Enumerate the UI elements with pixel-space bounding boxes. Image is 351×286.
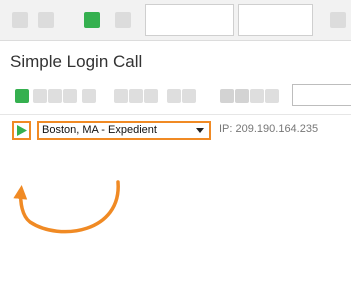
toolbar-button-4[interactable] xyxy=(330,12,346,28)
curved-arrow-annotation xyxy=(13,180,120,234)
toolbar-run-button[interactable] xyxy=(84,12,100,28)
toolbar-field-2[interactable] xyxy=(238,4,313,36)
toolbar-field-1[interactable] xyxy=(145,4,234,36)
toolbar-button-1[interactable] xyxy=(12,12,28,28)
toolbar-button-3[interactable] xyxy=(115,12,131,28)
window-title: Simple Login Call xyxy=(10,52,143,71)
main-toolbar xyxy=(0,0,351,41)
test-window: Simple Login Call Boston, MA - Expedient… xyxy=(0,41,351,245)
toolbar-button-2[interactable] xyxy=(38,12,54,28)
